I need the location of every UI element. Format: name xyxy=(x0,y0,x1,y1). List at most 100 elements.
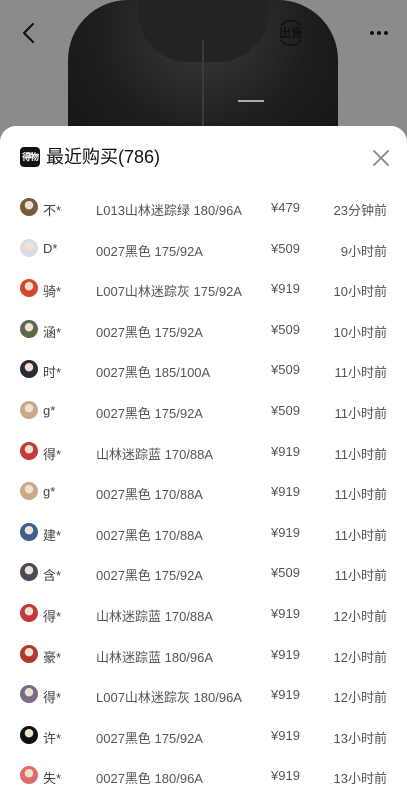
buyer-name: 得* xyxy=(43,446,62,462)
product-spec: L007山林迷踪灰 175/92A xyxy=(96,284,242,300)
purchase-time: 11小时前 xyxy=(334,527,388,543)
sheet-header: 得物 最近购买(786) xyxy=(0,126,407,188)
avatar xyxy=(20,522,38,541)
purchase-time: 12小时前 xyxy=(333,690,387,706)
product-spec: L013山林迷踪绿 180/96A xyxy=(96,203,242,218)
price: ¥919 xyxy=(271,768,300,784)
purchase-row: 得* 山林迷踪蓝 170/88A ¥919 12小时前 xyxy=(0,594,407,635)
price: ¥509 xyxy=(271,321,300,337)
purchase-time: 12小时前 xyxy=(333,649,387,665)
purchase-row: 含* 0027黑色 175/92A ¥509 11小时前 xyxy=(0,553,407,594)
product-spec: 0027黑色 185/100A xyxy=(96,365,211,381)
avatar xyxy=(20,766,38,785)
more-button[interactable] xyxy=(366,20,392,46)
avatar xyxy=(20,400,38,419)
sell-label: 出售 xyxy=(278,26,303,40)
app-logo-icon: 得物 xyxy=(20,147,40,167)
sell-button[interactable]: 出售 xyxy=(276,20,306,46)
back-button[interactable] xyxy=(16,20,42,46)
avatar xyxy=(20,279,38,298)
avatar xyxy=(20,482,38,501)
purchase-row: 不* L013山林迷踪绿 180/96A ¥479 23分钟前 xyxy=(0,188,407,229)
avatar xyxy=(20,238,38,257)
purchase-time: 10小时前 xyxy=(333,324,387,340)
avatar xyxy=(20,360,38,379)
chevron-left-icon xyxy=(22,22,35,44)
price: ¥919 xyxy=(271,687,300,703)
recent-purchases-sheet: 得物 最近购买(786) 不* L013山林迷踪绿 180/96A ¥479 23分钟… xyxy=(0,126,407,800)
price: ¥479 xyxy=(271,200,300,215)
purchase-time: 9小时前 xyxy=(340,243,387,259)
product-spec: 山林迷踪蓝 180/96A xyxy=(96,649,214,665)
purchase-row: 豪* 山林迷踪蓝 180/96A ¥919 12小时前 xyxy=(0,635,407,676)
price: ¥919 xyxy=(271,484,300,500)
ellipsis-icon xyxy=(370,31,388,35)
buyer-name: D* xyxy=(43,240,58,256)
product-spec: 0027黑色 170/88A xyxy=(96,527,203,543)
avatar xyxy=(20,603,38,622)
product-spec: 山林迷踪蓝 170/88A xyxy=(96,446,214,462)
product-spec: 0027黑色 175/92A xyxy=(96,568,203,584)
buyer-name: 豪* xyxy=(43,649,62,665)
purchase-row: g* 0027黑色 175/92A ¥509 11小时前 xyxy=(0,391,407,432)
close-icon xyxy=(373,150,389,166)
purchase-time: 11小时前 xyxy=(334,568,388,584)
buyer-name: 时* xyxy=(43,365,62,381)
price: ¥509 xyxy=(271,362,300,378)
purchase-time: 10小时前 xyxy=(333,284,387,300)
avatar xyxy=(20,685,38,704)
avatar xyxy=(20,563,38,582)
purchase-row: 许* 0027黑色 175/92A ¥919 13小时前 xyxy=(0,716,407,757)
product-spec: 0027黑色 180/96A xyxy=(96,771,203,787)
price: ¥919 xyxy=(271,646,300,662)
purchase-row: g* 0027黑色 170/88A ¥919 11小时前 xyxy=(0,472,407,513)
product-spec: 山林迷踪蓝 170/88A xyxy=(96,608,214,624)
buyer-name: 不* xyxy=(43,203,62,218)
purchase-time: 11小时前 xyxy=(334,487,388,503)
purchase-list[interactable]: 不* L013山林迷踪绿 180/96A ¥479 23分钟前 D* 0027黑色 175… xyxy=(0,188,407,797)
avatar xyxy=(20,644,38,663)
purchase-time: 11小时前 xyxy=(334,405,388,421)
price: ¥919 xyxy=(271,281,300,297)
close-button[interactable] xyxy=(370,147,392,169)
buyer-name: g* xyxy=(43,402,56,418)
buyer-name: 失* xyxy=(43,771,62,787)
product-spec: 0027黑色 175/92A xyxy=(96,730,203,746)
screen: 出售 得物 最近购买(786) 不* L013山林迷踪绿 180/96A ¥479 2… xyxy=(0,0,407,800)
purchase-row: 失* 0027黑色 180/96A ¥919 13小时前 xyxy=(0,756,407,797)
price: ¥509 xyxy=(271,240,300,256)
product-spec: 0027黑色 175/92A xyxy=(96,324,203,340)
purchase-time: 13小时前 xyxy=(333,730,387,746)
purchase-row: 得* L007山林迷踪灰 180/96A ¥919 12小时前 xyxy=(0,675,407,716)
price: ¥919 xyxy=(271,443,300,459)
product-spec: 0027黑色 175/92A xyxy=(96,243,203,259)
purchase-row: 骑* L007山林迷踪灰 175/92A ¥919 10小时前 xyxy=(0,269,407,310)
avatar xyxy=(20,441,38,460)
buyer-name: g* xyxy=(43,484,56,500)
purchase-time: 12小时前 xyxy=(333,608,387,624)
buyer-name: 涵* xyxy=(43,324,62,340)
price: ¥509 xyxy=(271,402,300,418)
buyer-name: 得* xyxy=(43,608,62,624)
avatar xyxy=(20,725,38,744)
avatar xyxy=(20,319,38,338)
purchase-row: D* 0027黑色 175/92A ¥509 9小时前 xyxy=(0,229,407,270)
buyer-name: 建* xyxy=(43,527,62,543)
buyer-name: 得* xyxy=(43,690,62,706)
purchase-time: 13小时前 xyxy=(333,771,387,787)
product-spec: 0027黑色 170/88A xyxy=(96,487,203,503)
buyer-name: 许* xyxy=(43,730,62,746)
buyer-name: 骑* xyxy=(43,284,62,300)
sheet-title: 最近购买(786) xyxy=(46,147,161,167)
purchase-time: 11小时前 xyxy=(334,446,388,462)
avatar xyxy=(20,198,38,216)
purchase-row: 建* 0027黑色 170/88A ¥919 11小时前 xyxy=(0,513,407,554)
product-image-logo xyxy=(238,94,264,102)
price: ¥919 xyxy=(271,605,300,621)
purchase-row: 时* 0027黑色 185/100A ¥509 11小时前 xyxy=(0,350,407,391)
purchase-time: 11小时前 xyxy=(334,365,388,381)
price: ¥509 xyxy=(271,565,300,581)
product-spec: 0027黑色 175/92A xyxy=(96,405,203,421)
purchase-row: 得* 山林迷踪蓝 170/88A ¥919 11小时前 xyxy=(0,432,407,473)
price: ¥919 xyxy=(271,524,300,540)
